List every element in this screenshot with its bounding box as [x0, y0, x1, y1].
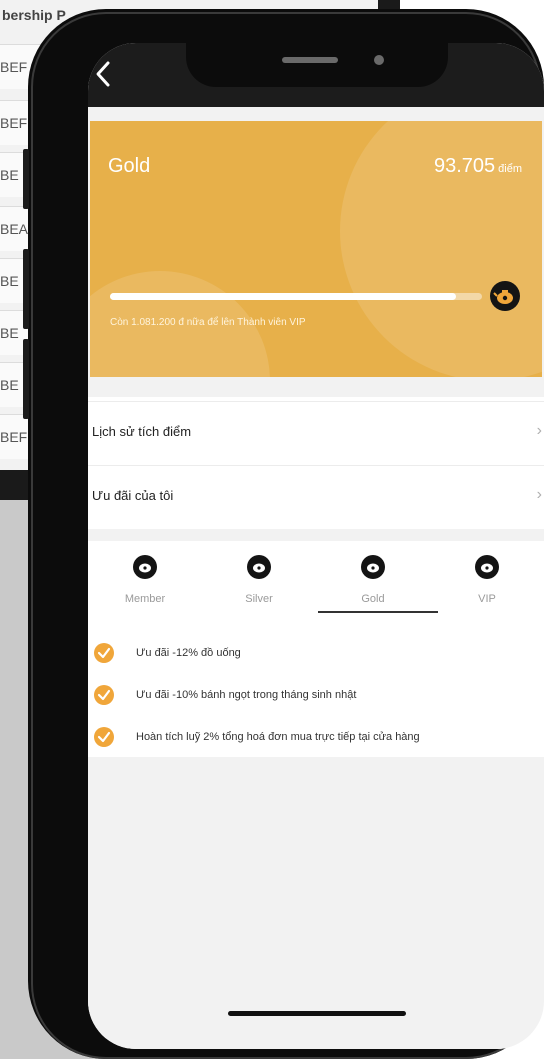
phone-screen: Gold 93.705 điểm Còn 1.081.200 đ nữa để l…	[88, 43, 544, 1049]
teapot-icon	[490, 281, 520, 311]
phone-side-button	[23, 339, 29, 419]
tier-label: Gold	[361, 593, 385, 605]
benefit-text: Hoàn tích luỹ 2% tổng hoá đơn mua trực t…	[136, 731, 420, 743]
camera-icon	[374, 55, 384, 65]
chevron-right-icon: ›	[536, 486, 542, 503]
menu-item-offers[interactable]: Ưu đãi của tôi ›	[88, 465, 544, 528]
teapot-icon	[475, 555, 499, 579]
tab-gold[interactable]: Gold	[316, 545, 430, 619]
card-level: Gold	[108, 155, 151, 177]
card-progress-note: Còn 1.081.200 đ nữa để lên Thành viên VI…	[110, 317, 306, 328]
tab-member[interactable]: Member	[88, 545, 202, 619]
tier-label: VIP	[478, 593, 496, 605]
benefit-text: Ưu đãi -10% bánh ngọt trong tháng sinh n…	[136, 689, 357, 701]
tier-label: Member	[124, 593, 166, 605]
benefit-text: Ưu đãi -12% đồ uống	[136, 647, 241, 659]
back-chevron-icon[interactable]	[94, 59, 114, 89]
phone-side-button	[23, 149, 29, 209]
screen-empty-area	[88, 757, 544, 1049]
speaker-icon	[282, 57, 338, 63]
section-gap	[88, 529, 544, 541]
menu-item-history[interactable]: Lịch sử tích điểm ›	[88, 401, 544, 464]
chevron-right-icon: ›	[536, 422, 542, 439]
points-value: 93.705	[433, 155, 496, 177]
list-item: Ưu đãi -12% đồ uống	[88, 641, 544, 671]
menu-item-label: Ưu đãi của tôi	[92, 488, 174, 503]
list-item: Hoàn tích luỹ 2% tổng hoá đơn mua trực t…	[88, 725, 544, 755]
list-item: Ưu đãi -10% bánh ngọt trong tháng sinh n…	[88, 683, 544, 713]
phone-frame: Gold 93.705 điểm Còn 1.081.200 đ nữa để l…	[23, 9, 544, 1059]
membership-card: Gold 93.705 điểm Còn 1.081.200 đ nữa để l…	[90, 121, 542, 377]
check-icon	[94, 643, 114, 663]
tab-silver[interactable]: Silver	[202, 545, 316, 619]
teapot-icon	[133, 555, 157, 579]
teapot-icon	[247, 555, 271, 579]
benefits-list: Ưu đãi -12% đồ uống Ưu đãi -10% bánh ngọ…	[88, 621, 544, 757]
membership-card-area: Gold 93.705 điểm Còn 1.081.200 đ nữa để l…	[88, 107, 544, 397]
home-indicator[interactable]	[228, 1011, 406, 1016]
phone-side-button	[23, 249, 29, 329]
teapot-icon	[361, 555, 385, 579]
progress-fill	[110, 293, 456, 300]
active-tab-indicator	[318, 611, 438, 613]
check-icon	[94, 685, 114, 705]
phone-notch	[186, 43, 448, 87]
card-points: 93.705 điểm	[434, 155, 522, 178]
tab-vip[interactable]: VIP	[430, 545, 544, 619]
points-unit: điểm	[498, 163, 522, 175]
menu-item-label: Lịch sử tích điểm	[92, 424, 192, 439]
check-icon	[94, 727, 114, 747]
tier-tabs: Member Silver Gold VIP	[88, 545, 544, 619]
progress-track	[110, 293, 482, 300]
tier-label: Silver	[245, 593, 273, 605]
